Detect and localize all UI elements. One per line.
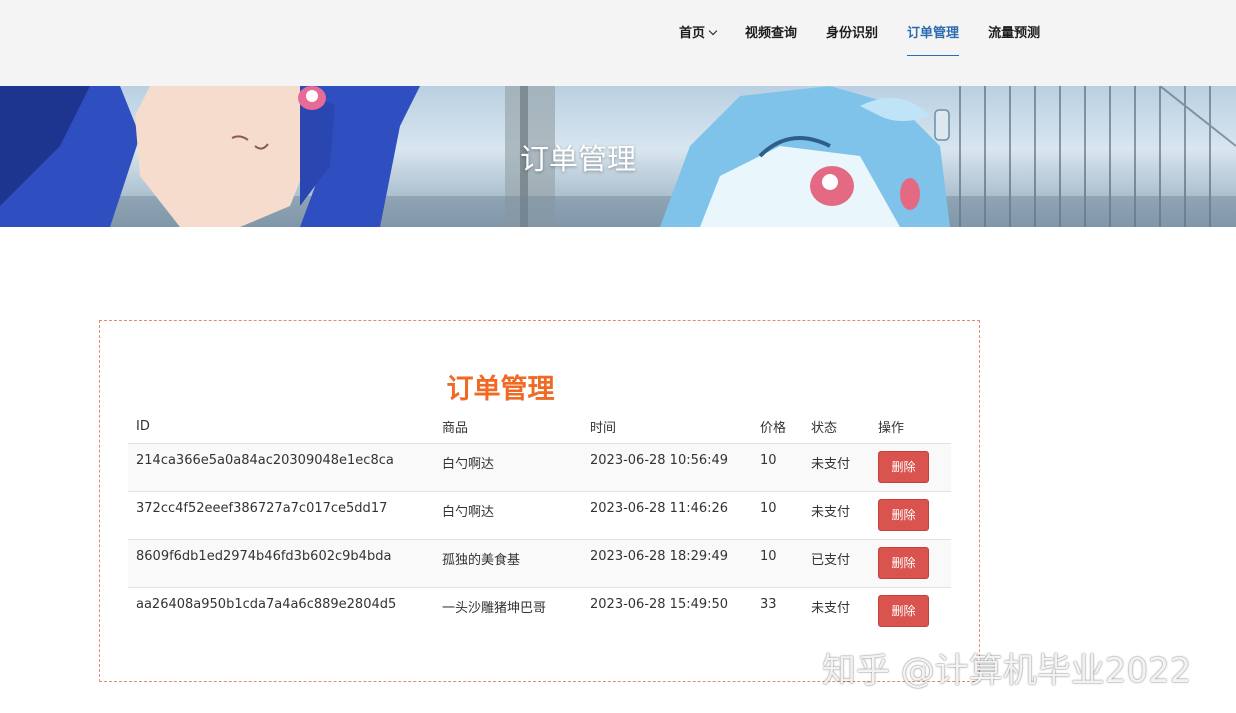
banner-title: 订单管理: [519, 142, 636, 176]
cell-id: 214ca366e5a0a84ac20309048e1ec8ca: [128, 443, 434, 492]
table-row: 8609f6db1ed2974b46fd3b602c9b4bda 孤独的美食基 …: [128, 539, 951, 588]
table-row: 372cc4f52eeef386727a7c017ce5dd17 白勺啊达 20…: [128, 491, 951, 540]
cell-id: 8609f6db1ed2974b46fd3b602c9b4bda: [128, 539, 434, 588]
nav-item-video-query[interactable]: 视频查询: [745, 24, 797, 56]
nav-item-label: 首页: [679, 26, 706, 41]
delete-button[interactable]: 删除: [878, 498, 929, 531]
column-header-price: 价格: [752, 411, 803, 444]
table-header-row: ID 商品 时间 价格 状态 操作: [128, 411, 951, 444]
nav-item-traffic-forecast[interactable]: 流量预测: [988, 24, 1040, 56]
cell-status: 未支付: [803, 443, 870, 492]
delete-button[interactable]: 删除: [878, 546, 929, 579]
chevron-down-icon: [708, 26, 718, 36]
delete-button[interactable]: 删除: [878, 450, 929, 483]
column-header-id: ID: [128, 411, 434, 444]
main-nav: 首页 视频查询 身份识别 订单管理 流量预测: [679, 24, 1069, 56]
column-header-time: 时间: [582, 411, 752, 444]
column-header-goods: 商品: [434, 411, 582, 444]
cell-price: 33: [760, 596, 777, 612]
delete-button[interactable]: 删除: [878, 594, 929, 627]
column-header-action: 操作: [870, 411, 951, 444]
cell-goods: 孤独的美食基: [434, 539, 582, 588]
cell-status: 未支付: [811, 600, 851, 616]
cell-goods: 白勺啊达: [434, 491, 582, 540]
cell-id: 372cc4f52eeef386727a7c017ce5dd17: [128, 491, 434, 540]
cell-time: 2023-06-28 10:56:49: [582, 443, 752, 492]
cell-status: 已支付: [803, 539, 870, 588]
nav-item-orders[interactable]: 订单管理: [907, 24, 960, 56]
nav-item-label: 订单管理: [907, 26, 960, 41]
cell-goods: 白勺啊达: [434, 443, 582, 492]
cell-action: 删除: [870, 587, 951, 635]
orders-table: ID 商品 时间 价格 状态 操作 214ca366e5a0a84ac20309…: [128, 411, 951, 635]
cell-status: 未支付: [803, 491, 870, 540]
cell-action: 删除: [870, 443, 951, 492]
cell-action: 删除: [870, 539, 951, 588]
column-header-status: 状态: [803, 411, 870, 444]
orders-title: 订单管理: [446, 374, 555, 405]
cell-id: aa26408a950b1cda7a4a6c889e2804d5: [136, 596, 397, 612]
cell-action: 删除: [870, 491, 951, 540]
watermark: 知乎 @计算机毕业2022: [822, 651, 1192, 691]
nav-item-label: 身份识别: [826, 26, 879, 41]
cell-time: 2023-06-28 11:46:26: [582, 491, 752, 540]
table-row: aa26408a950b1cda7a4a6c889e2804d5 一头沙雕猪坤巴…: [128, 587, 951, 635]
orders-panel: 订单管理 ID 商品 时间 价格 状态 操作 214ca366e5a0a84ac…: [99, 320, 980, 682]
cell-time: 2023-06-28 18:29:49: [582, 539, 752, 588]
cell-price: 10: [752, 491, 803, 540]
table-row: 214ca366e5a0a84ac20309048e1ec8ca 白勺啊达 20…: [128, 443, 951, 492]
cell-time: 2023-06-28 15:49:50: [590, 596, 729, 612]
cell-price: 10: [752, 443, 803, 492]
nav-item-home[interactable]: 首页: [679, 24, 718, 56]
top-navbar: 首页 视频查询 身份识别 订单管理 流量预测: [0, 0, 1236, 86]
hero-banner: 订单管理: [0, 86, 1236, 227]
cell-price: 10: [752, 539, 803, 588]
cell-goods: 一头沙雕猪坤巴哥: [442, 600, 547, 616]
nav-item-label: 流量预测: [988, 26, 1041, 41]
nav-item-label: 视频查询: [745, 26, 798, 41]
nav-item-identity[interactable]: 身份识别: [826, 24, 878, 56]
